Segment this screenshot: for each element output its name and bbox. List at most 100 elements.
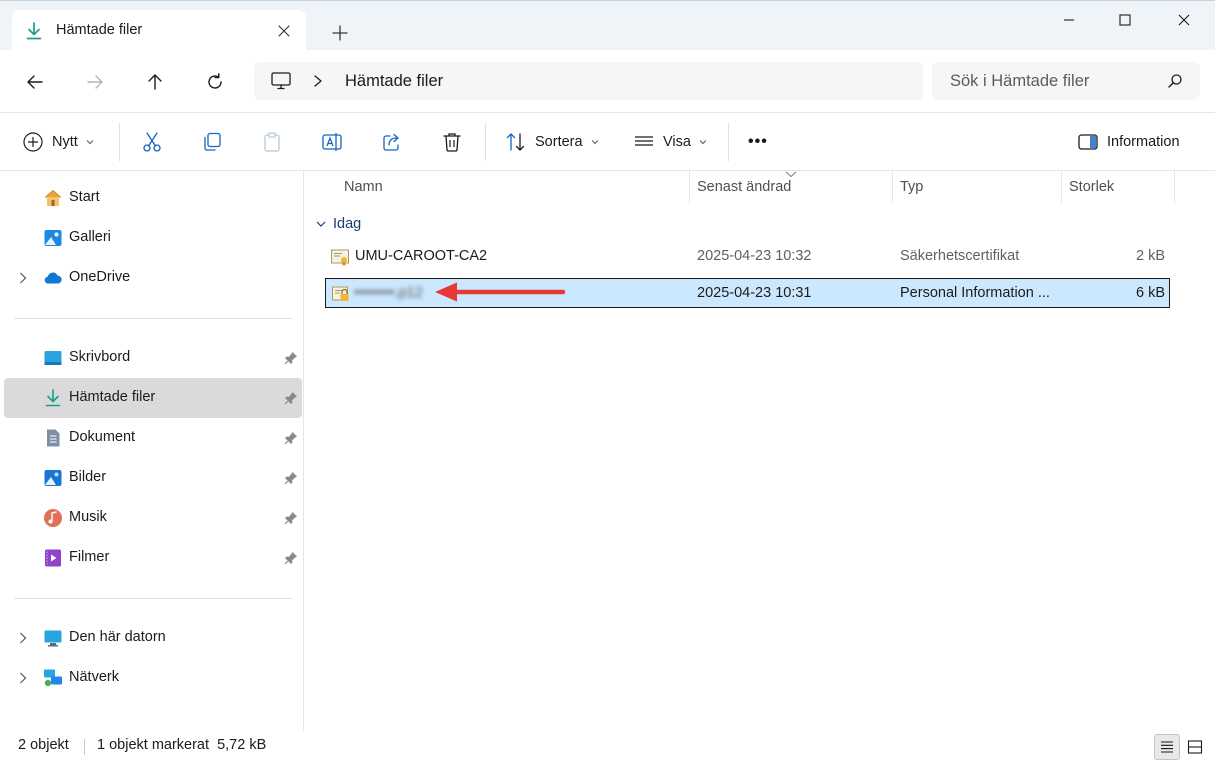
- chevron-right-icon[interactable]: [18, 271, 28, 285]
- file-name: UMU-CAROOT-CA2: [355, 248, 488, 264]
- minimize-button[interactable]: [1040, 1, 1098, 39]
- sidebar-item-label: Galleri: [69, 229, 111, 245]
- file-modified: 2025-04-23 10:31: [697, 285, 812, 301]
- more-label: •••: [748, 133, 768, 150]
- sidebar-item-filmer[interactable]: Filmer: [4, 538, 302, 578]
- sidebar-item-start[interactable]: Start: [4, 178, 302, 218]
- download-icon: [45, 389, 61, 407]
- column-header-type[interactable]: Typ: [893, 171, 1061, 203]
- refresh-button[interactable]: [202, 69, 228, 95]
- sidebar-item-musik[interactable]: Musik: [4, 498, 302, 538]
- this-pc-icon: [44, 630, 62, 647]
- share-button[interactable]: [381, 128, 403, 156]
- details-pane-icon: [1078, 134, 1098, 150]
- copy-icon: [204, 132, 221, 151]
- sidebar-item-galleri[interactable]: Galleri: [4, 218, 302, 258]
- status-divider: [84, 739, 85, 755]
- sort-arrows-icon: [506, 133, 525, 151]
- new-button[interactable]: Nytt: [22, 128, 94, 156]
- rename-icon: [322, 133, 342, 151]
- sidebar-divider: [14, 598, 292, 599]
- column-header-label: Namn: [344, 179, 383, 195]
- onedrive-cloud-icon: [44, 272, 62, 284]
- new-tab-icon[interactable]: [328, 21, 352, 45]
- cut-button[interactable]: [141, 128, 163, 156]
- sidebar-item-natverk[interactable]: Nätverk: [4, 658, 302, 698]
- sidebar-item-label: Bilder: [69, 469, 107, 485]
- desktop-icon: [44, 351, 62, 365]
- sidebar-item-label: Dokument: [69, 429, 136, 445]
- details-pane-button[interactable]: Information: [1077, 128, 1180, 156]
- file-type: Säkerhetscertifikat: [900, 248, 1020, 264]
- search-placeholder: Sök i Hämtade filer: [950, 72, 1090, 90]
- toolbar-divider: [728, 123, 729, 161]
- chevron-down-icon: [699, 140, 707, 145]
- network-icon: [44, 669, 62, 687]
- sidebar-item-bilder[interactable]: Bilder: [4, 458, 302, 498]
- details-view-button[interactable]: [1154, 734, 1180, 760]
- rename-button[interactable]: [321, 128, 343, 156]
- column-divider[interactable]: [1174, 171, 1175, 203]
- share-icon: [383, 133, 399, 151]
- close-tab-icon[interactable]: [274, 21, 294, 41]
- sidebar-item-hamtade-filer[interactable]: Hämtade filer: [4, 378, 302, 418]
- sidebar-item-skrivbord[interactable]: Skrivbord: [4, 338, 302, 378]
- file-type: Personal Information ...: [900, 285, 1050, 301]
- file-row[interactable]: UMU-CAROOT-CA2 2025-04-23 10:32 Säkerhet…: [325, 242, 1170, 272]
- this-pc-icon: [271, 72, 291, 90]
- chevron-down-icon: [316, 221, 326, 227]
- more-options-button[interactable]: •••: [748, 128, 768, 156]
- title-bar: Hämtade filer: [0, 0, 1215, 52]
- paste-icon: [264, 132, 280, 152]
- tab-hamtade-filer[interactable]: Hämtade filer: [12, 10, 306, 52]
- pin-icon[interactable]: [284, 551, 298, 565]
- sort-button[interactable]: Sortera: [505, 128, 599, 156]
- minimize-icon: [1064, 19, 1074, 21]
- sidebar-item-label: Nätverk: [69, 669, 119, 685]
- column-header-size[interactable]: Storlek: [1062, 171, 1174, 203]
- chevron-right-icon[interactable]: [18, 631, 28, 645]
- pin-icon[interactable]: [284, 511, 298, 525]
- sidebar-item-label: Den här datorn: [69, 629, 166, 645]
- sidebar-item-onedrive[interactable]: OneDrive: [4, 258, 302, 298]
- file-list: Namn Senast ändrad Typ Storlek Idag UMU-…: [305, 171, 1215, 731]
- details-view-icon: [1161, 741, 1173, 753]
- file-size: 2 kB: [1135, 248, 1165, 264]
- column-header-modified[interactable]: Senast ändrad: [690, 171, 892, 203]
- pin-icon[interactable]: [284, 351, 298, 365]
- maximize-button[interactable]: [1096, 1, 1154, 39]
- copy-button[interactable]: [201, 128, 223, 156]
- up-button[interactable]: [142, 69, 168, 95]
- red-annotation-arrow: [435, 282, 566, 302]
- pin-icon[interactable]: [284, 391, 298, 405]
- search-input[interactable]: Sök i Hämtade filer: [932, 62, 1200, 100]
- command-bar: Nytt Sortera Visa ••• Information: [0, 113, 1215, 171]
- new-label: Nytt: [52, 134, 78, 150]
- close-icon: [1178, 14, 1190, 26]
- sidebar-item-label: Filmer: [69, 549, 110, 565]
- sidebar-item-label: Musik: [69, 509, 107, 525]
- paste-button[interactable]: [261, 128, 283, 156]
- pin-icon[interactable]: [284, 431, 298, 445]
- view-button[interactable]: Visa: [633, 128, 707, 156]
- tiles-view-button[interactable]: [1182, 734, 1208, 760]
- back-button[interactable]: [22, 69, 48, 95]
- sidebar-item-dokument[interactable]: Dokument: [4, 418, 302, 458]
- home-icon: [44, 189, 62, 206]
- navigation-pane: Start Galleri OneDrive Skrivbord Hämtade…: [0, 171, 304, 731]
- column-header-name[interactable]: Namn: [337, 171, 689, 203]
- sidebar-item-den-har-datorn[interactable]: Den här datorn: [4, 618, 302, 658]
- pin-icon[interactable]: [284, 471, 298, 485]
- address-path[interactable]: Hämtade filer: [254, 62, 923, 100]
- close-window-button[interactable]: [1155, 1, 1213, 39]
- delete-button[interactable]: [441, 128, 463, 156]
- chevron-right-icon[interactable]: [312, 74, 324, 88]
- path-segment[interactable]: Hämtade filer: [345, 72, 443, 91]
- pictures-icon: [44, 470, 62, 486]
- up-arrow-icon: [148, 74, 162, 90]
- chevron-right-icon[interactable]: [18, 671, 28, 685]
- forward-button[interactable]: [82, 69, 108, 95]
- new-plus-circle-icon: [23, 132, 43, 152]
- group-header-today[interactable]: Idag: [315, 215, 361, 233]
- sidebar-item-label: OneDrive: [69, 269, 131, 285]
